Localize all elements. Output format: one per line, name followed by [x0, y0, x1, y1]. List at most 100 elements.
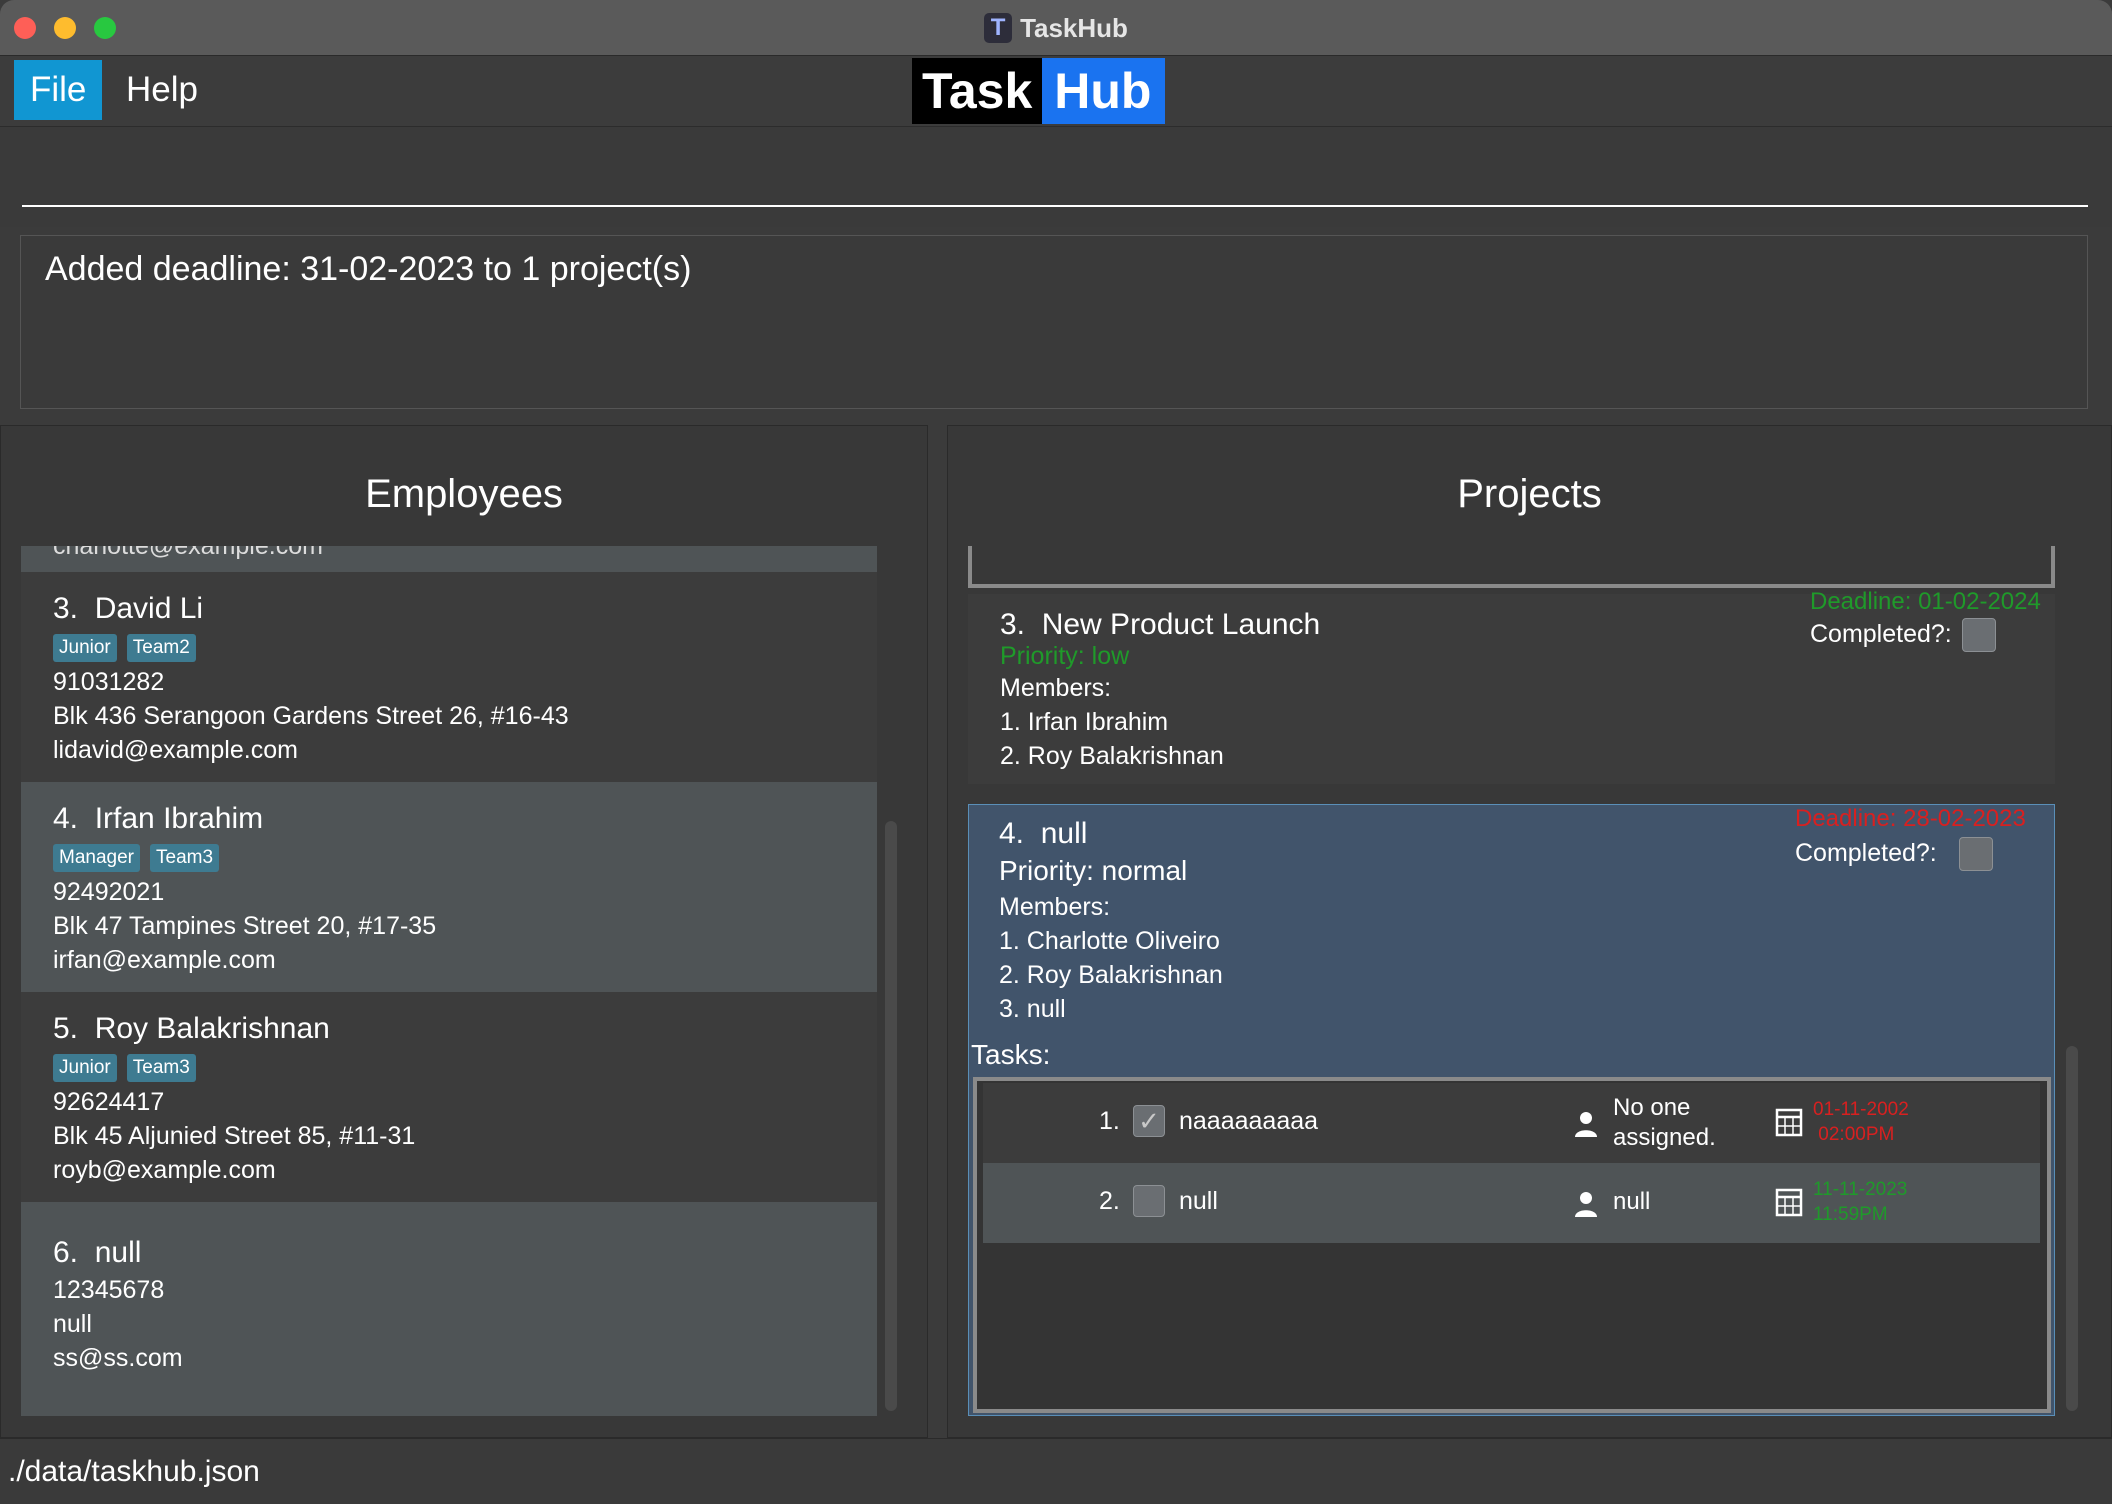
logo-part-task: Task [912, 58, 1043, 124]
employee-list[interactable]: charlotte@example.com 3. David Li Junior… [21, 546, 877, 1416]
employee-phone: 91031282 [53, 668, 165, 696]
task-deadline-date: 11-11-2023 [1813, 1179, 1908, 1200]
employee-card[interactable]: 4. Irfan Ibrahim Manager Team3 92492021 … [21, 782, 877, 992]
calendar-icon [1775, 1188, 1803, 1217]
employee-tag: Team2 [126, 634, 196, 662]
project-member: 1. Charlotte Oliveiro [999, 927, 1220, 955]
project-name-row: 4. null [999, 817, 1087, 851]
project-card-selected[interactable]: 4. null Priority: normal Members: 1. Cha… [968, 804, 2055, 1416]
employee-list-scrollbar[interactable] [885, 821, 897, 1411]
project-priority: Priority: normal [999, 855, 1188, 886]
employee-address: null [53, 1310, 92, 1338]
employee-address: Blk 45 Aljunied Street 85, #11-31 [53, 1122, 416, 1150]
employee-tags: Junior Team3 [53, 1054, 877, 1082]
employee-phone: 92624417 [53, 1088, 165, 1116]
taskhub-logo: Task Hub [912, 58, 1166, 124]
employee-name-row: 4. Irfan Ibrahim [53, 802, 877, 836]
employee-phone: 92492021 [53, 878, 165, 906]
project-card-partial[interactable] [968, 546, 2055, 588]
project-index: 3. [1000, 608, 1026, 641]
employees-panel: Employees charlotte@example.com 3. David… [0, 425, 928, 1438]
employee-email: charlotte@example.com [53, 546, 323, 560]
project-completed-label: Completed?: [1795, 839, 1937, 867]
project-name: New Product Launch [1041, 608, 1321, 641]
employee-tag: Junior [53, 634, 117, 662]
task-list[interactable]: 1. ✓ naaaaaaaaa No one assigned. 01-11-2… [973, 1077, 2051, 1413]
employee-email: ss@ss.com [53, 1344, 183, 1372]
employee-tags: Manager Team3 [53, 844, 877, 872]
employee-address: Blk 436 Serangoon Gardens Street 26, #16… [53, 702, 569, 730]
task-number: 1. [1099, 1107, 1120, 1135]
command-box [0, 127, 2112, 227]
employee-name-row: 5. Roy Balakrishnan [53, 1012, 877, 1046]
task-done-checkbox[interactable]: ✓ [1133, 1105, 1165, 1137]
task-assignee-line: assigned. [1613, 1124, 1716, 1151]
project-members-label: Members: [999, 893, 1111, 921]
employee-name: Roy Balakrishnan [94, 1012, 330, 1045]
task-row[interactable]: 1. ✓ naaaaaaaaa No one assigned. 01-11-2… [983, 1083, 2040, 1163]
menu-bar: File Help Task Hub [0, 56, 2112, 127]
logo-part-hub: Hub [1042, 58, 1166, 124]
project-list[interactable]: 3. New Product Launch Priority: low Memb… [968, 546, 2055, 1416]
task-deadline-time: 11:59PM [1813, 1204, 1888, 1225]
employee-card[interactable]: 3. David Li Junior Team2 91031282 Blk 43… [21, 572, 877, 782]
project-list-scrollbar[interactable] [2066, 1046, 2078, 1411]
app-icon: T [984, 13, 1013, 43]
command-input[interactable] [22, 147, 2088, 207]
task-description: null [1179, 1187, 1218, 1215]
employee-email: royb@example.com [53, 1156, 276, 1184]
task-description: naaaaaaaaa [1179, 1107, 1319, 1135]
status-bar: ./data/taskhub.json [0, 1438, 2112, 1504]
task-done-checkbox[interactable] [1133, 1185, 1165, 1217]
project-member: 2. Roy Balakrishnan [1000, 742, 1224, 770]
employee-index: 4. [53, 802, 79, 835]
task-number: 2. [1099, 1187, 1120, 1215]
project-completed-label: Completed?: [1810, 620, 1952, 648]
employee-tag: Manager [53, 844, 140, 872]
task-assignee: No one assigned. [1613, 1093, 1716, 1153]
employee-card[interactable]: 5. Roy Balakrishnan Junior Team3 9262441… [21, 992, 877, 1202]
project-completed-checkbox[interactable] [1959, 837, 1993, 871]
employee-email: lidavid@example.com [53, 736, 298, 764]
menu-file[interactable]: File [14, 60, 103, 120]
save-file-path: ./data/taskhub.json [8, 1455, 260, 1488]
project-completed-checkbox[interactable] [1962, 618, 1996, 652]
project-members-label: Members: [1000, 674, 1112, 702]
employee-address: Blk 47 Tampines Street 20, #17-35 [53, 912, 437, 940]
project-deadline: Deadline: 01-02-2024 [1810, 588, 2041, 615]
employee-card[interactable]: 6. null 12345678 null ss@ss.com [21, 1202, 877, 1416]
project-card[interactable]: 3. New Product Launch Priority: low Memb… [968, 588, 2055, 784]
calendar-icon [1775, 1108, 1803, 1137]
task-deadline: 01-11-2002 02:00PM [1813, 1097, 1909, 1147]
person-icon [1575, 1112, 1597, 1137]
employee-email: irfan@example.com [53, 946, 276, 974]
tasks-label: Tasks: [971, 1039, 1051, 1070]
employee-name-row: 3. David Li [53, 592, 877, 626]
task-deadline-time: 02:00PM [1818, 1124, 1895, 1145]
menu-help[interactable]: Help [110, 60, 214, 120]
employee-index: 3. [53, 592, 79, 625]
window-title: T TaskHub [0, 0, 2112, 56]
task-deadline-date: 01-11-2002 [1813, 1099, 1909, 1120]
project-member: 2. Roy Balakrishnan [999, 961, 1223, 989]
project-priority: Priority: low [1000, 642, 1130, 670]
employee-index: 5. [53, 1012, 79, 1045]
project-member: 1. Irfan Ibrahim [1000, 708, 1169, 736]
employee-name: Irfan Ibrahim [94, 802, 264, 835]
projects-title: Projects [1457, 472, 1602, 516]
result-message: Added deadline: 31-02-2023 to 1 project(… [45, 250, 692, 288]
employees-title: Employees [365, 472, 563, 516]
employee-index: 6. [53, 1236, 79, 1269]
task-deadline: 11-11-2023 11:59PM [1813, 1177, 1907, 1227]
projects-panel: Projects 3. New Product Launch Priority:… [947, 425, 2112, 1438]
employee-tag: Team3 [126, 1054, 196, 1082]
window-title-text: TaskHub [1020, 12, 1128, 43]
employee-tags: Junior Team2 [53, 634, 877, 662]
project-name: null [1040, 817, 1088, 850]
task-row[interactable]: 2. null null 11-11-2023 11:59PM [983, 1163, 2040, 1243]
employee-card-partial[interactable]: charlotte@example.com [21, 546, 877, 572]
person-icon [1575, 1192, 1597, 1217]
employee-name: David Li [94, 592, 204, 625]
project-index: 4. [999, 817, 1025, 850]
employee-tag: Team3 [150, 844, 220, 872]
